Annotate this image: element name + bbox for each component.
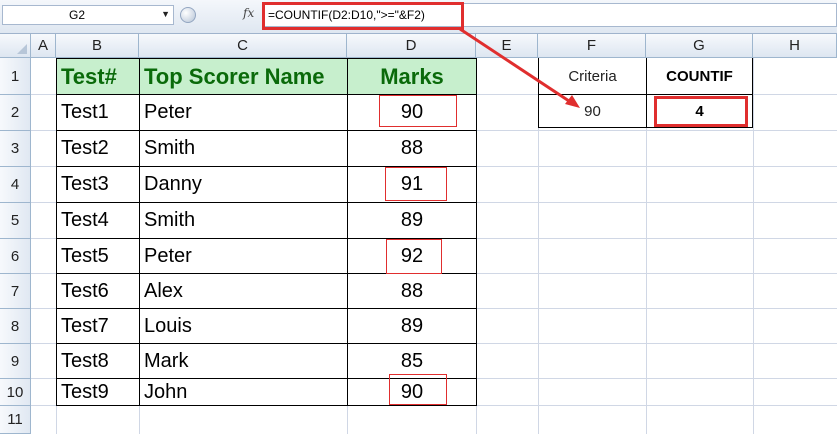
- arrow-icon: [459, 27, 580, 108]
